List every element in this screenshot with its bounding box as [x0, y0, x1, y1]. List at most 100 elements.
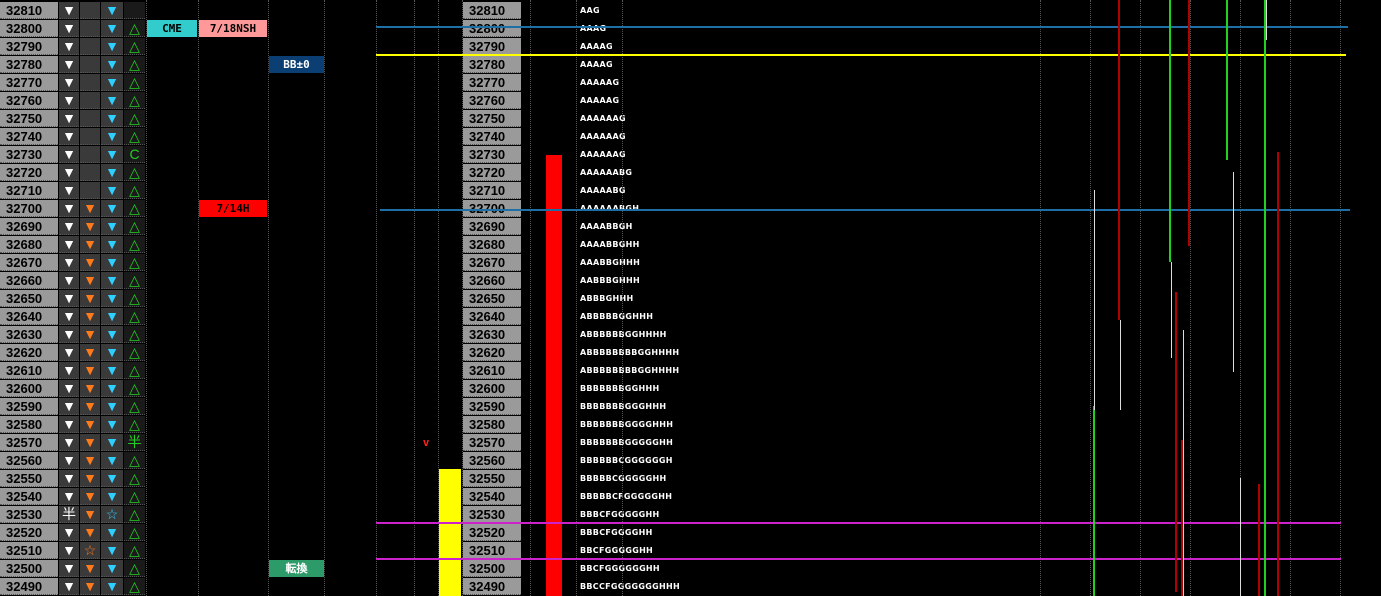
price-label-mid: 32560	[463, 452, 521, 469]
down-triangle-icon: ▼	[80, 200, 100, 217]
price-label-mid: 32570	[463, 434, 521, 451]
down-triangle-icon: ▼	[59, 236, 79, 253]
price-label-left: 32670	[0, 254, 58, 271]
up-triangle-icon: △	[124, 128, 145, 145]
down-triangle-icon: ▼	[80, 290, 100, 307]
price-label-mid: 32630	[463, 326, 521, 343]
down-triangle-icon: ▼	[101, 488, 123, 505]
tick-segment	[1226, 0, 1228, 160]
price-label-mid: 32590	[463, 398, 521, 415]
tpo-profile-row: BBBBBBBGGGGHHH	[580, 420, 674, 429]
down-triangle-icon: ▼	[59, 272, 79, 289]
down-triangle-icon: ▼	[80, 488, 100, 505]
volume-bar-yellow	[439, 469, 461, 596]
price-label-left: 32650	[0, 290, 58, 307]
down-triangle-icon	[80, 110, 100, 127]
price-label-mid: 32540	[463, 488, 521, 505]
tick-segment	[1093, 406, 1095, 596]
down-triangle-icon	[80, 56, 100, 73]
ladder-row: 32560 ▼ ▼ ▼ △ 32560 BBBBBBCGGGGGGH	[0, 452, 1381, 470]
down-triangle-icon: ▼	[101, 290, 123, 307]
price-label-mid: 32760	[463, 92, 521, 109]
up-triangle-icon: △	[124, 110, 145, 127]
down-triangle-icon: ▼	[101, 20, 123, 37]
up-triangle-icon: △	[124, 326, 145, 343]
down-triangle-icon: ▼	[59, 308, 79, 325]
grid-line	[1090, 0, 1091, 596]
down-triangle-icon: ▼	[101, 542, 123, 559]
tick-segment	[1094, 190, 1095, 410]
price-label-left: 32570	[0, 434, 58, 451]
ladder-row: 32710 ▼ ▼ △ 32710 AAAAABG	[0, 182, 1381, 200]
price-label-left: 32490	[0, 578, 58, 595]
tpo-profile-row: AAAAAAG	[580, 114, 626, 123]
price-label-mid: 32550	[463, 470, 521, 487]
down-triangle-icon: ▼	[101, 236, 123, 253]
high-714-tag: 7/14H	[199, 200, 267, 217]
up-triangle-icon: △	[124, 74, 145, 91]
down-triangle-icon: ▼	[59, 560, 79, 577]
tpo-profile-row: BBBBBBBGGGGGHH	[580, 438, 674, 447]
down-triangle-icon: ▼	[59, 434, 79, 451]
level-line	[376, 558, 1341, 560]
price-label-mid: 32610	[463, 362, 521, 379]
down-triangle-icon: ▼	[59, 200, 79, 217]
price-label-mid: 32500	[463, 560, 521, 577]
tpo-profile-row: AAAABBGH	[580, 222, 633, 231]
tick-segment	[1264, 0, 1266, 596]
price-label-left: 32530	[0, 506, 58, 523]
price-label-mid: 32640	[463, 308, 521, 325]
up-triangle-icon	[124, 2, 145, 19]
tpo-profile-row: ABBBBBBBBGGHHHH	[580, 348, 680, 357]
up-triangle-icon: △	[124, 416, 145, 433]
up-triangle-icon: △	[124, 506, 145, 523]
down-triangle-icon: ▼	[59, 38, 79, 55]
tick-segment	[1183, 330, 1184, 596]
down-triangle-icon: ▼	[101, 56, 123, 73]
ladder-row: 32740 ▼ ▼ △ 32740 AAAAAAG	[0, 128, 1381, 146]
down-triangle-icon: ▼	[80, 344, 100, 361]
up-triangle-icon: △	[124, 200, 145, 217]
tpo-profile-row: BBCCFGGGGGGGHHH	[580, 582, 680, 591]
ladder-row: 32580 ▼ ▼ ▼ △ 32580 BBBBBBBGGGGHHH	[0, 416, 1381, 434]
tick-segment	[1169, 0, 1171, 262]
down-triangle-icon: ▼	[59, 20, 79, 37]
grid-line	[462, 0, 463, 596]
down-triangle-icon: ▼	[80, 578, 100, 595]
price-label-mid: 32800	[463, 20, 521, 37]
grid-line	[1340, 0, 1341, 596]
price-label-left: 32640	[0, 308, 58, 325]
down-triangle-icon: ▼	[59, 578, 79, 595]
price-label-mid: 32710	[463, 182, 521, 199]
ladder-row: 32680 ▼ ▼ ▼ △ 32680 AAAABBGHH	[0, 236, 1381, 254]
tpo-profile-row: AAAG	[580, 24, 607, 33]
ladder-row: 32540 ▼ ▼ ▼ △ 32540 BBBBBCFGGGGGHH	[0, 488, 1381, 506]
down-triangle-icon: ▼	[101, 434, 123, 451]
tpo-profile-row: AAAAAG	[580, 78, 620, 87]
up-triangle-icon: △	[124, 56, 145, 73]
up-triangle-icon: △	[124, 236, 145, 253]
price-label-mid: 32490	[463, 578, 521, 595]
tpo-profile-row: AAAAAABG	[580, 168, 633, 177]
down-triangle-icon: ▼	[80, 236, 100, 253]
down-triangle-icon: ▼	[101, 326, 123, 343]
grid-line	[376, 0, 377, 596]
down-triangle-icon: ▼	[101, 182, 123, 199]
down-triangle-icon: ▼	[80, 524, 100, 541]
up-triangle-icon: △	[124, 218, 145, 235]
down-triangle-icon	[80, 20, 100, 37]
ladder-row: 32610 ▼ ▼ ▼ △ 32610 ABBBBBBBBGGHHHH	[0, 362, 1381, 380]
grid-line	[198, 0, 199, 596]
price-label-left: 32790	[0, 38, 58, 55]
down-triangle-icon: ▼	[59, 542, 79, 559]
tick-segment	[1277, 152, 1279, 596]
down-triangle-icon: ▼	[59, 182, 79, 199]
price-label-mid: 32670	[463, 254, 521, 271]
grid-line	[268, 0, 269, 596]
down-triangle-icon: ▼	[80, 398, 100, 415]
down-triangle-icon: ▼	[59, 74, 79, 91]
down-triangle-icon: ▼	[59, 344, 79, 361]
down-triangle-icon: ▼	[101, 308, 123, 325]
down-triangle-icon: ▼	[101, 416, 123, 433]
grid-line	[576, 0, 577, 596]
